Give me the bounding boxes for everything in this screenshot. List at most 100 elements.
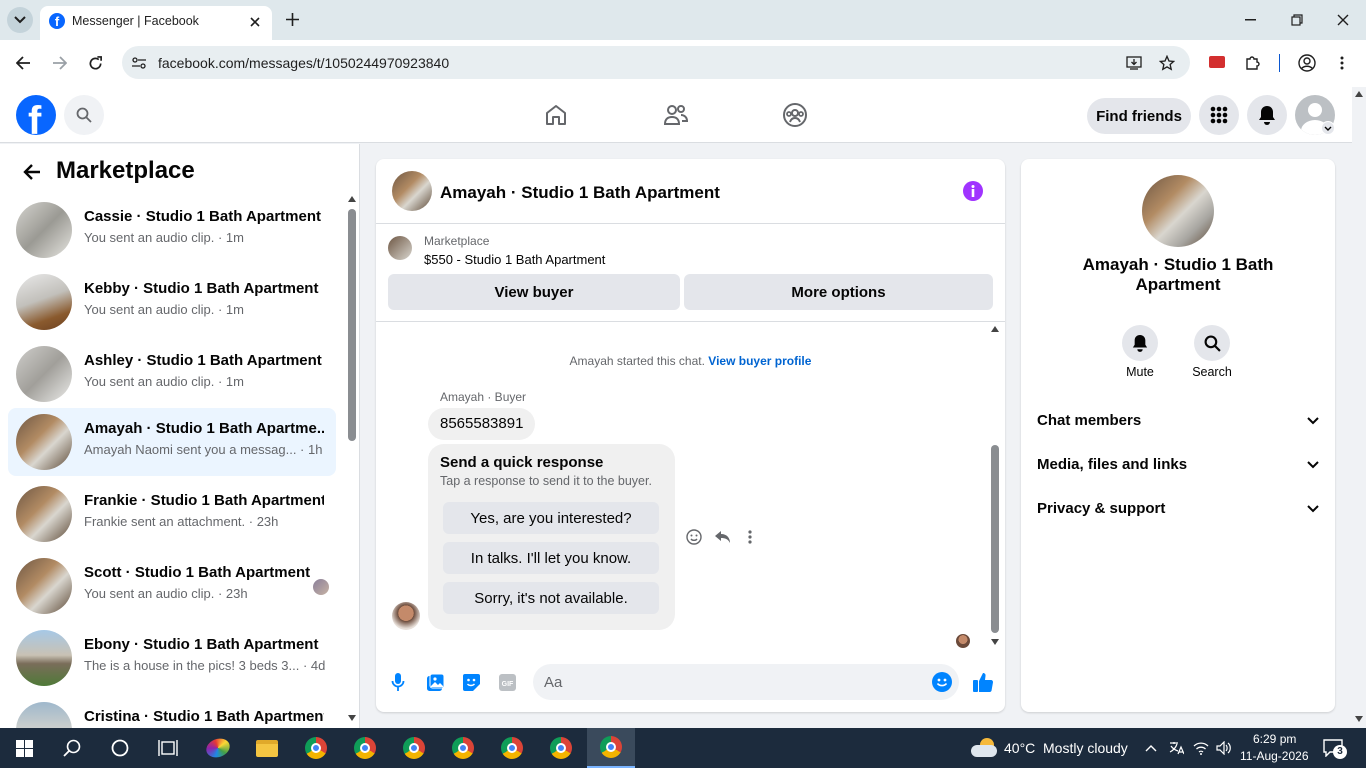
find-friends-button[interactable]: Find friends bbox=[1087, 98, 1191, 134]
network-wifi-icon[interactable] bbox=[1191, 738, 1211, 758]
sticker-icon[interactable] bbox=[460, 671, 482, 693]
tab-search-dropdown-icon[interactable] bbox=[7, 7, 33, 33]
back-arrow-icon[interactable] bbox=[18, 158, 46, 186]
chrome-profile-icon[interactable] bbox=[439, 728, 487, 768]
weather-cloud-icon[interactable] bbox=[971, 738, 999, 758]
clock-time[interactable]: 6:29 pm bbox=[1253, 732, 1296, 746]
tray-chevron-up-icon[interactable] bbox=[1142, 738, 1160, 758]
address-bar[interactable]: facebook.com/messages/t/1050244970923840 bbox=[122, 46, 1190, 79]
site-info-icon[interactable] bbox=[128, 52, 150, 74]
back-icon[interactable] bbox=[10, 50, 36, 76]
scrollbar-thumb[interactable] bbox=[991, 445, 999, 633]
chrome-profile-icon[interactable] bbox=[488, 728, 536, 768]
windows-start-icon[interactable] bbox=[0, 728, 48, 768]
weather-condition[interactable]: Mostly cloudy bbox=[1043, 740, 1128, 756]
voice-clip-icon[interactable] bbox=[388, 671, 408, 693]
new-tab-icon[interactable] bbox=[281, 8, 303, 30]
conversation-title: Scott · Studio 1 Bath Apartment bbox=[84, 564, 311, 581]
home-icon[interactable] bbox=[536, 95, 576, 135]
quick-response-button[interactable]: Sorry, it's not available. bbox=[443, 582, 659, 614]
minimize-icon[interactable] bbox=[1236, 6, 1264, 34]
file-explorer-icon[interactable] bbox=[243, 728, 291, 768]
section-label: Media, files and links bbox=[1037, 456, 1188, 473]
browser-menu-icon[interactable] bbox=[1332, 51, 1352, 75]
view-buyer-profile-link[interactable]: View buyer profile bbox=[708, 354, 811, 368]
chrome-active-icon[interactable] bbox=[587, 728, 635, 768]
language-icon[interactable] bbox=[1166, 738, 1186, 758]
chat-header-avatar[interactable] bbox=[392, 171, 432, 211]
chat-header-title[interactable]: Amayah · Studio 1 Bath Apartment bbox=[440, 183, 720, 203]
extensions-puzzle-icon[interactable] bbox=[1242, 52, 1264, 74]
find-friends-label: Find friends bbox=[1096, 107, 1182, 125]
extension-red-icon[interactable] bbox=[1209, 56, 1225, 68]
notifications-bell-icon[interactable] bbox=[1247, 95, 1287, 135]
message-bubble[interactable]: 8565583891 bbox=[428, 408, 536, 440]
scrollbar-thumb[interactable] bbox=[348, 209, 356, 441]
friends-icon[interactable] bbox=[656, 95, 696, 135]
paint-app-icon[interactable] bbox=[194, 728, 242, 768]
buyer-avatar[interactable] bbox=[392, 602, 420, 630]
conversation-item[interactable]: Ebony · Studio 1 Bath Apartment The is a… bbox=[8, 624, 336, 692]
search-in-conversation-button[interactable] bbox=[1194, 325, 1230, 361]
quick-response-button[interactable]: In talks. I'll let you know. bbox=[443, 542, 659, 574]
profile-icon[interactable] bbox=[1295, 51, 1319, 75]
taskbar-search-icon[interactable] bbox=[48, 728, 96, 768]
like-thumb-icon[interactable] bbox=[970, 669, 996, 695]
cortana-icon[interactable] bbox=[96, 728, 144, 768]
page-scrollbar[interactable] bbox=[1352, 87, 1366, 728]
clock-date[interactable]: 11-Aug-2026 bbox=[1240, 749, 1309, 763]
message-composer[interactable]: Aa bbox=[533, 664, 959, 700]
conversation-item-selected[interactable]: Amayah · Studio 1 Bath Apartme... Amayah… bbox=[8, 408, 336, 476]
gif-icon[interactable]: GIF bbox=[496, 671, 518, 693]
weather-temperature[interactable]: 40°C bbox=[1004, 740, 1035, 756]
listing-thumbnail[interactable] bbox=[388, 236, 412, 260]
chrome-profile-icon[interactable] bbox=[341, 728, 389, 768]
conversation-item[interactable]: Kebby · Studio 1 Bath Apartment You sent… bbox=[8, 268, 336, 336]
conversation-item[interactable]: Ashley · Studio 1 Bath Apartment You sen… bbox=[8, 340, 336, 408]
quick-response-button[interactable]: Yes, are you interested? bbox=[443, 502, 659, 534]
conversation-avatar bbox=[16, 414, 72, 470]
more-options-button[interactable]: More options bbox=[684, 274, 993, 310]
attach-photo-icon[interactable] bbox=[424, 671, 446, 693]
bookmark-star-icon[interactable] bbox=[1156, 52, 1178, 74]
emoji-icon[interactable] bbox=[932, 672, 952, 692]
listing-title[interactable]: $550 - Studio 1 Bath Apartment bbox=[424, 252, 605, 267]
chat-members-section[interactable]: Chat members bbox=[1037, 412, 1319, 429]
conversation-item[interactable]: Cassie · Studio 1 Bath Apartment You sen… bbox=[8, 196, 336, 264]
account-chevron-icon[interactable] bbox=[1321, 121, 1335, 135]
media-files-links-section[interactable]: Media, files and links bbox=[1037, 456, 1319, 473]
view-buyer-button[interactable]: View buyer bbox=[388, 274, 680, 310]
react-emoji-icon[interactable] bbox=[684, 527, 704, 547]
browser-tab[interactable]: f Messenger | Facebook bbox=[40, 6, 272, 40]
facebook-logo-icon[interactable]: f bbox=[16, 95, 56, 135]
groups-icon[interactable] bbox=[775, 95, 815, 135]
conversation-item[interactable]: Cristina · Studio 1 Bath Apartment bbox=[8, 696, 336, 728]
forward-icon[interactable] bbox=[46, 50, 72, 76]
reload-icon[interactable] bbox=[82, 50, 108, 76]
conversation-list-scrollbar[interactable] bbox=[344, 194, 359, 728]
conversation-item[interactable]: Frankie · Studio 1 Bath Apartment Franki… bbox=[8, 480, 336, 548]
install-app-icon[interactable] bbox=[1123, 52, 1145, 74]
svg-text:GIF: GIF bbox=[501, 681, 513, 688]
tab-close-icon[interactable] bbox=[245, 12, 265, 32]
privacy-support-section[interactable]: Privacy & support bbox=[1037, 500, 1319, 517]
volume-icon[interactable] bbox=[1214, 738, 1234, 758]
search-icon[interactable] bbox=[64, 95, 104, 135]
notification-center-icon[interactable]: 3 bbox=[1323, 738, 1349, 760]
more-actions-icon[interactable] bbox=[740, 527, 760, 547]
mute-button[interactable] bbox=[1122, 325, 1158, 361]
chrome-profile-icon[interactable] bbox=[390, 728, 438, 768]
close-window-icon[interactable] bbox=[1329, 6, 1357, 34]
details-avatar[interactable] bbox=[1142, 175, 1214, 247]
conversation-item[interactable]: Scott · Studio 1 Bath Apartment You sent… bbox=[8, 552, 336, 620]
messages-scrollbar[interactable] bbox=[988, 323, 1002, 649]
task-view-icon[interactable] bbox=[144, 728, 192, 768]
menu-grid-icon[interactable] bbox=[1199, 95, 1239, 135]
chrome-profile-icon[interactable] bbox=[537, 728, 585, 768]
reply-icon[interactable] bbox=[712, 527, 732, 547]
chat-started-text: Amayah started this chat. bbox=[569, 354, 705, 368]
conversation-info-icon[interactable] bbox=[963, 181, 983, 201]
restore-icon[interactable] bbox=[1283, 6, 1311, 34]
chrome-icon[interactable] bbox=[292, 728, 340, 768]
conversation-details-panel: Amayah · Studio 1 Bath Apartment Mute Se… bbox=[1021, 159, 1335, 712]
